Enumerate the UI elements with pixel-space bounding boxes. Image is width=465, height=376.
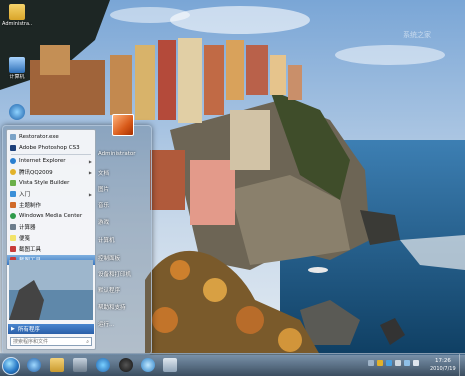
desktop-icon-computer[interactable]: 计算机 xyxy=(2,57,32,80)
watermark-text: 系统之家 xyxy=(403,31,431,39)
user-name-link[interactable]: Administrator xyxy=(98,151,136,157)
network-status-icon[interactable] xyxy=(404,360,410,366)
tray-arrow-icon[interactable] xyxy=(368,360,374,366)
qq-icon xyxy=(10,169,16,175)
volume-icon[interactable] xyxy=(413,360,419,366)
tray-app-icon[interactable] xyxy=(377,360,383,366)
help-support-link[interactable]: 帮助和支持 xyxy=(98,303,126,311)
folder-icon xyxy=(9,4,25,20)
program-getting-started[interactable]: 入门 ▶ xyxy=(7,189,95,199)
pictures-link[interactable]: 图片 xyxy=(98,185,109,193)
control-panel-link[interactable]: 控制面板 xyxy=(98,254,120,262)
explorer-icon[interactable] xyxy=(50,358,64,372)
ie-icon[interactable] xyxy=(27,358,41,372)
show-desktop-button[interactable] xyxy=(459,354,465,376)
program-snipping-tool[interactable]: 截图工具 xyxy=(7,244,95,254)
program-vista-style-builder[interactable]: Vista Style Builder xyxy=(7,178,95,188)
search-placeholder: 搜索程序和文件 xyxy=(13,339,49,345)
photoshop-icon xyxy=(10,145,16,151)
program-media-center[interactable]: Windows Media Center xyxy=(7,211,95,221)
media-player-icon[interactable] xyxy=(73,358,87,372)
computer-icon xyxy=(9,57,25,73)
program-photoshop[interactable]: Adobe Photoshop CS3 xyxy=(7,143,95,153)
program-calculator[interactable]: 计算器 xyxy=(7,222,95,232)
tray-app-icon[interactable] xyxy=(395,360,401,366)
run-link[interactable]: 运行... xyxy=(98,320,114,328)
snipping-tool-icon xyxy=(10,246,16,252)
arrow-right-icon: ▶ xyxy=(11,326,15,332)
all-programs-label: 所有程序 xyxy=(17,327,40,333)
default-programs-link[interactable]: 默认程序 xyxy=(98,286,120,294)
start-menu: Restorator.exe Adobe Photoshop CS3 Inter… xyxy=(2,114,152,355)
getting-started-icon xyxy=(10,191,16,197)
qq-icon[interactable] xyxy=(119,358,133,372)
clock-time[interactable]: 17:26 xyxy=(435,358,451,364)
all-programs-button[interactable]: ▶ 所有程序 xyxy=(8,324,94,334)
clock-date[interactable]: 2010/7/19 xyxy=(430,366,456,372)
restorator-icon xyxy=(10,134,16,140)
start-button[interactable] xyxy=(2,357,20,375)
desktop-icon-label: Administra... xyxy=(2,21,32,27)
start-menu-right-pane: Administrator 文档 图片 音乐 游戏 计算机 控制面板 设备和打印… xyxy=(95,114,149,348)
documents-link[interactable]: 文档 xyxy=(98,169,109,177)
window-icon[interactable] xyxy=(163,358,177,372)
theme-maker-icon xyxy=(10,202,16,208)
ie-icon xyxy=(10,158,16,164)
sticky-notes-icon xyxy=(10,235,16,241)
program-internet-explorer[interactable]: Internet Explorer ▶ xyxy=(7,156,95,166)
media-center-icon xyxy=(10,213,16,219)
network-icon[interactable] xyxy=(96,358,110,372)
program-restorator[interactable]: Restorator.exe xyxy=(7,132,95,142)
ie-icon xyxy=(9,104,25,120)
submenu-arrow-icon: ▶ xyxy=(88,169,92,175)
start-search-input[interactable]: 搜索程序和文件 ⌕ xyxy=(10,337,92,346)
program-qq[interactable]: 腾讯QQ2009 ▶ xyxy=(7,167,95,177)
search-icon: ⌕ xyxy=(86,339,89,345)
vista-builder-icon xyxy=(10,180,16,186)
tray-app-icon[interactable] xyxy=(386,360,392,366)
program-theme-maker[interactable]: 主题制作 xyxy=(7,200,95,210)
program-sticky-notes[interactable]: 便笺 xyxy=(7,233,95,243)
desktop-icon-label: 计算机 xyxy=(9,74,25,80)
calculator-icon xyxy=(10,224,16,230)
devices-printers-link[interactable]: 设备和打印机 xyxy=(98,270,131,278)
system-tray xyxy=(368,360,419,366)
computer-link[interactable]: 计算机 xyxy=(98,236,115,244)
submenu-arrow-icon: ▶ xyxy=(88,191,92,197)
user-picture[interactable] xyxy=(112,114,134,136)
taskbar: 17:26 2010/7/19 xyxy=(0,353,465,376)
desktop-icon-ie[interactable] xyxy=(2,104,32,120)
start-menu-programs-pane: Restorator.exe Adobe Photoshop CS3 Inter… xyxy=(6,129,96,350)
desktop-icon-administrator[interactable]: Administra... xyxy=(2,4,32,27)
divider xyxy=(11,154,91,155)
sky-icon[interactable] xyxy=(141,358,155,372)
games-link[interactable]: 游戏 xyxy=(98,218,109,226)
submenu-arrow-icon: ▶ xyxy=(88,158,92,164)
music-link[interactable]: 音乐 xyxy=(98,201,109,209)
start-menu-decoration-image xyxy=(9,260,93,320)
